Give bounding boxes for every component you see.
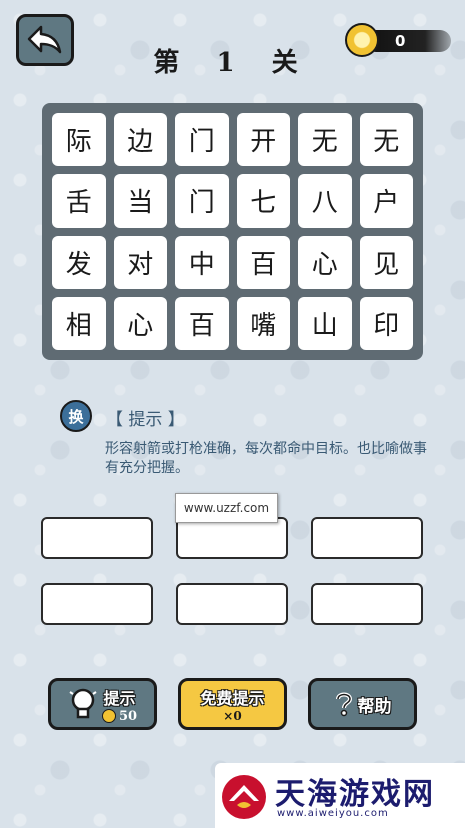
- swap-icon-label: 换: [68, 407, 84, 426]
- free-hint-button[interactable]: 免费提示 ×0: [178, 678, 287, 730]
- character-tile[interactable]: 心: [298, 235, 352, 289]
- watermark-url: www.aiweiyou.com: [277, 808, 389, 819]
- character-tile[interactable]: 中: [175, 235, 229, 289]
- url-tooltip: www.uzzf.com: [175, 493, 278, 523]
- site-logo-icon: [222, 775, 266, 819]
- character-grid: 际边门开无无舌当门七八户发对中百心见相心百嘴山印: [42, 103, 423, 360]
- character-tile[interactable]: 七: [236, 174, 290, 228]
- small-coin-icon: [101, 709, 116, 723]
- hint-button[interactable]: 提示 50: [48, 678, 157, 730]
- character-tile[interactable]: 边: [113, 113, 167, 167]
- answer-slot-4[interactable]: [41, 583, 153, 625]
- coin-counter: 0: [343, 20, 453, 60]
- character-tile[interactable]: 无: [359, 113, 413, 167]
- watermark-title: 天海游戏网: [275, 777, 435, 812]
- help-button-label: 帮助: [357, 696, 392, 717]
- free-hint-label: 免费提示: [200, 689, 265, 708]
- coin-icon: [345, 23, 379, 57]
- free-hint-count: ×0: [223, 709, 242, 723]
- character-tile[interactable]: 无: [298, 113, 352, 167]
- character-tile[interactable]: 百: [175, 296, 229, 350]
- hint-cost: 50: [118, 708, 138, 724]
- character-tile[interactable]: 发: [52, 235, 106, 289]
- answer-slot-3[interactable]: [311, 517, 423, 559]
- character-tile[interactable]: 当: [113, 174, 167, 228]
- site-watermark: 天海游戏网 www.aiweiyou.com: [215, 763, 465, 828]
- character-tile[interactable]: 开: [236, 113, 290, 167]
- answer-slot-6[interactable]: [311, 583, 423, 625]
- character-tile[interactable]: 见: [359, 235, 413, 289]
- help-button[interactable]: 帮助: [308, 678, 417, 730]
- character-tile[interactable]: 山: [298, 296, 352, 350]
- character-tile[interactable]: 相: [52, 296, 106, 350]
- character-tile[interactable]: 户: [359, 174, 413, 228]
- swap-hint-button[interactable]: 换: [60, 400, 92, 432]
- character-tile[interactable]: 八: [298, 174, 352, 228]
- character-tile[interactable]: 门: [175, 113, 229, 167]
- character-tile[interactable]: 心: [113, 296, 167, 350]
- lightbulb-icon: [69, 688, 97, 719]
- answer-slot-2[interactable]: [176, 517, 288, 559]
- character-tile[interactable]: 对: [113, 235, 167, 289]
- character-tile[interactable]: 嘴: [236, 296, 290, 350]
- question-mark-icon: [335, 692, 352, 717]
- answer-slot-5[interactable]: [176, 583, 288, 625]
- character-tile[interactable]: 舌: [52, 174, 106, 228]
- coin-count: 0: [395, 32, 406, 50]
- hint-button-label: 提示: [103, 688, 136, 708]
- answer-slot-1[interactable]: [41, 517, 153, 559]
- character-tile[interactable]: 门: [175, 174, 229, 228]
- hint-title: 【 提示 】: [106, 410, 185, 430]
- character-tile[interactable]: 际: [52, 113, 106, 167]
- character-tile[interactable]: 百: [236, 235, 290, 289]
- character-tile[interactable]: 印: [359, 296, 413, 350]
- hint-text: 形容射箭或打枪准确，每次都命中目标。也比喻做事有充分把握。: [105, 441, 427, 476]
